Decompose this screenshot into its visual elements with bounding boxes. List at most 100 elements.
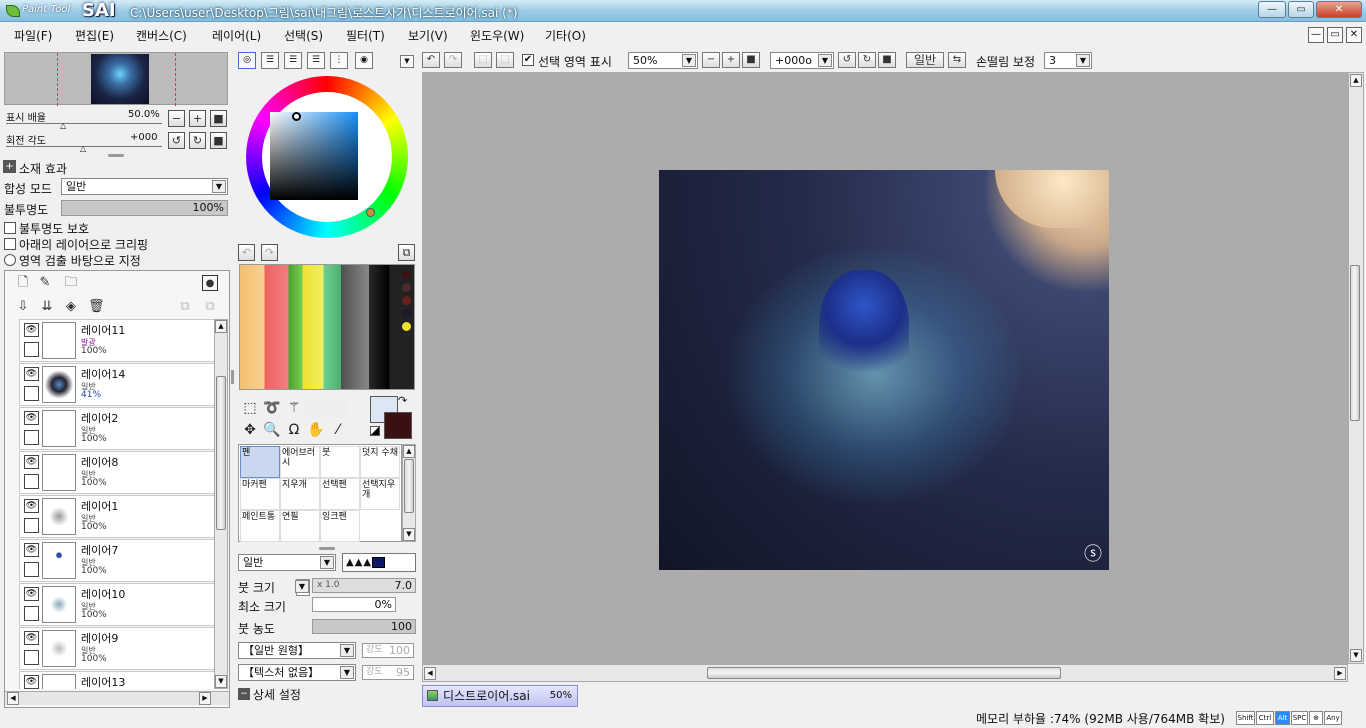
layer-row[interactable]: 👁 레이어9 일반 100% <box>19 627 215 670</box>
protect-opacity-checkbox[interactable] <box>4 222 16 234</box>
canvas-vscroll-thumb[interactable] <box>1350 265 1360 421</box>
mdi-close-button[interactable]: ✕ <box>1346 27 1362 43</box>
rect-select-icon[interactable]: ⬚ <box>240 398 260 418</box>
rgb-slider-tab[interactable]: ☰ <box>261 52 279 69</box>
scroll-up-icon[interactable]: ▲ <box>403 445 415 458</box>
detail-settings-label[interactable]: 상세 설정 <box>253 686 301 703</box>
menu-view[interactable]: 보기(V) <box>408 27 448 44</box>
canvas-hscrollbar[interactable]: ◀ ▶ <box>422 664 1348 682</box>
canvas-zoom-reset-button[interactable]: ■ <box>742 52 760 68</box>
brush-shape-select[interactable]: 【일반 원형】 ▼ <box>238 642 356 659</box>
texture-effect-label[interactable]: 소재 효과 <box>19 160 67 177</box>
menu-file[interactable]: 파일(F) <box>14 27 52 44</box>
collapse-icon[interactable]: − <box>238 688 250 700</box>
layer-list-scroll-thumb[interactable] <box>216 376 226 530</box>
eye-icon[interactable]: 👁 <box>24 587 39 601</box>
layer-row[interactable]: 👁 레이어8 일반 100% <box>19 451 215 494</box>
paint-dot[interactable] <box>401 309 411 318</box>
sv-cursor[interactable] <box>292 112 301 121</box>
view-mode-button[interactable]: 일반 <box>906 52 944 68</box>
paint-dot[interactable] <box>401 283 411 292</box>
merge-down-icon[interactable]: ⇊ <box>39 299 55 315</box>
layer-row[interactable]: 👁 레이어7 일반 100% <box>19 539 215 582</box>
new-layer-icon[interactable]: 🗋 <box>15 275 31 291</box>
lock-toggle[interactable] <box>24 650 39 665</box>
menu-canvas[interactable]: 캔버스(C) <box>136 27 187 44</box>
eye-icon[interactable]: 👁 <box>24 499 39 513</box>
lock-toggle[interactable] <box>24 606 39 621</box>
undo-icon[interactable]: ↶ <box>422 52 440 68</box>
min-size-field[interactable]: 0% <box>312 597 396 612</box>
document-tab[interactable]: 디스트로이어.sai 50% <box>422 685 578 707</box>
canvas-rotate-left-button[interactable]: ↺ <box>838 52 856 68</box>
eye-icon[interactable]: 👁 <box>24 543 39 557</box>
scroll-down-icon[interactable]: ▼ <box>1350 649 1362 662</box>
layer-mask-icon[interactable]: ● <box>202 275 218 291</box>
canvas-zoom-in-button[interactable]: + <box>722 52 740 68</box>
brush-pencil[interactable]: 연필 <box>280 510 320 542</box>
reset-colors-icon[interactable] <box>370 426 380 436</box>
color-mix-tab[interactable]: ☰ <box>307 52 325 69</box>
scroll-down-icon[interactable]: ▼ <box>215 675 227 688</box>
hand-icon[interactable]: ✋ <box>306 420 326 440</box>
layer-list-hscrollbar[interactable]: ◀ ▶ <box>5 691 229 705</box>
brush-bucket[interactable]: 페인트통 <box>240 510 280 542</box>
lasso-icon[interactable]: ➰ <box>262 398 282 418</box>
brush-marker[interactable]: 마커펜 <box>240 478 280 510</box>
scratch-pad[interactable] <box>239 264 415 390</box>
brush-size-menu[interactable]: ▼ <box>295 579 310 596</box>
clear-layer-icon[interactable]: ◈ <box>63 299 79 315</box>
expand-icon[interactable]: + <box>3 160 16 173</box>
navigator-preview[interactable] <box>4 52 228 106</box>
scroll-left-icon[interactable]: ◀ <box>7 692 19 705</box>
density-bar[interactable]: 100 <box>312 619 416 634</box>
saturation-value-square[interactable] <box>270 112 358 200</box>
menu-select[interactable]: 선택(S) <box>284 27 323 44</box>
menu-filter[interactable]: 필터(T) <box>346 27 385 44</box>
menu-other[interactable]: 기타(O) <box>545 27 586 44</box>
mdi-minimize-button[interactable]: — <box>1308 27 1324 43</box>
opacity-bar[interactable]: 100% <box>61 200 228 216</box>
scroll-up-icon[interactable]: ▲ <box>215 320 227 333</box>
brush-grid-scroll-thumb[interactable] <box>404 459 414 513</box>
new-folder-icon[interactable]: 🗀 <box>63 275 79 291</box>
clip-lower-checkbox[interactable] <box>4 238 16 250</box>
blend-mode-select[interactable]: 일반 ▼ <box>61 178 228 195</box>
brush-ink-pen[interactable]: 잉크펜 <box>320 510 360 542</box>
scroll-down-icon[interactable]: ▼ <box>403 528 415 541</box>
brush-pen[interactable]: 펜 <box>240 446 280 478</box>
brush-edge-shapes[interactable]: ▲▲▲ <box>342 553 416 572</box>
scroll-left-icon[interactable]: ◀ <box>424 667 436 680</box>
layer-row[interactable]: 👁 레이어10 일반 100% <box>19 583 215 626</box>
zoom-reset-button[interactable]: ■ <box>210 110 227 127</box>
canvas-rotation-select[interactable]: +000o ▼ <box>770 52 834 69</box>
mdi-restore-button[interactable]: ▭ <box>1327 27 1343 43</box>
layer-row[interactable]: 👁 레이어1 일반 100% <box>19 495 215 538</box>
brush-grid-scrollbar[interactable]: ▲ ▼ <box>402 444 416 542</box>
canvas-vscrollbar[interactable]: ▲ ▼ <box>1348 72 1364 664</box>
transfer-down-icon[interactable]: ⇩ <box>15 299 31 315</box>
swap-colors-icon[interactable]: ↷ <box>398 394 407 407</box>
brush-brush[interactable]: 붓 <box>320 446 360 478</box>
scratch-pad-tab[interactable]: ◉ <box>355 52 373 69</box>
rotate-view-icon[interactable]: Ω <box>284 420 304 440</box>
brush-size-field[interactable]: x 1.0 7.0 <box>312 578 416 593</box>
zoom-icon[interactable]: 🔍 <box>262 420 282 440</box>
eye-icon[interactable]: 👁 <box>24 675 39 689</box>
close-button[interactable]: ✕ <box>1316 1 1362 18</box>
color-panel-menu-icon[interactable]: ▼ <box>400 55 414 68</box>
swatch-settings-icon[interactable]: ⧉ <box>398 244 415 261</box>
paint-dot[interactable] <box>401 296 411 305</box>
zoom-slider[interactable] <box>6 120 162 124</box>
brush-blend-select[interactable]: 일반 ▼ <box>238 554 336 571</box>
move-icon[interactable]: ✥ <box>240 420 260 440</box>
hsv-slider-tab[interactable]: ☰ <box>284 52 302 69</box>
hue-cursor[interactable] <box>366 208 375 217</box>
brush-edge-selected[interactable] <box>372 556 386 568</box>
brush-select-eraser[interactable]: 선택지우개 <box>360 478 400 510</box>
eyedropper-icon[interactable]: ⁄ <box>328 420 348 440</box>
lock-toggle[interactable] <box>24 386 39 401</box>
user-swatch-tab[interactable]: ⋮ <box>330 52 348 69</box>
flip-horizontal-icon[interactable]: ⇆ <box>948 52 966 68</box>
rotate-left-button[interactable]: ↺ <box>168 132 185 149</box>
